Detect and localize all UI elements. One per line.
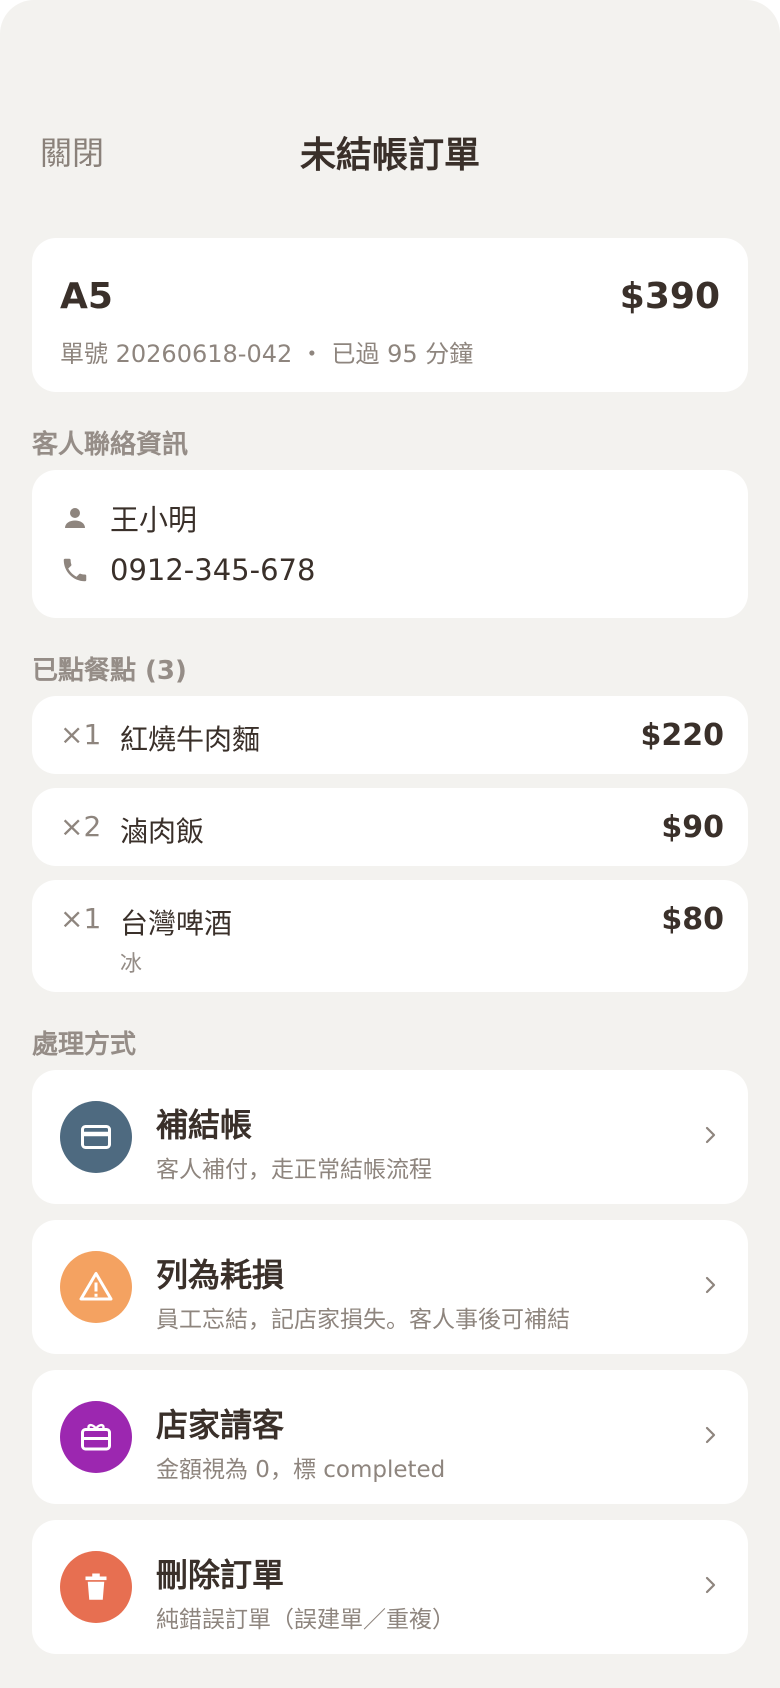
credit-card-icon [81, 1125, 111, 1149]
item-quantity: ×1 [60, 902, 102, 935]
order-item: ×1 台灣啤酒 $80 冰 [32, 880, 748, 992]
action-icon-circle [60, 1551, 132, 1623]
delete-order-button[interactable]: 刪除訂單 純錯誤訂單（誤建單／重複） [32, 1520, 748, 1654]
chevron-right-icon [705, 1576, 716, 1594]
action-title: 店家請客 [156, 1406, 285, 1444]
action-title: 列為耗損 [156, 1256, 285, 1294]
item-note: 冰 [120, 952, 143, 977]
actions-section-label: 處理方式 [32, 1030, 137, 1060]
item-price: $80 [661, 902, 724, 937]
item-quantity: ×2 [60, 810, 102, 843]
phone-icon [63, 558, 87, 582]
settle-payment-button[interactable]: 補結帳 客人補付，走正常結帳流程 [32, 1070, 748, 1204]
action-icon-circle [60, 1101, 132, 1173]
contact-phone-row: 0912-345-678 [60, 550, 315, 590]
order-item: ×1 紅燒牛肉麵 $220 [32, 696, 748, 774]
trash-icon [85, 1573, 107, 1600]
item-quantity: ×1 [60, 718, 102, 751]
sheet-header: 關閉 未結帳訂單 [0, 110, 780, 190]
action-title: 補結帳 [156, 1106, 253, 1144]
contact-name-row: 王小明 [60, 498, 197, 538]
order-summary-card: A5 $390 單號 20260618-042 ・ 已過 95 分鐘 [32, 238, 748, 392]
warning-icon [79, 1272, 113, 1301]
house-treat-button[interactable]: 店家請客 金額視為 0，標 completed [32, 1370, 748, 1504]
contact-name: 王小明 [110, 503, 198, 537]
chevron-right-icon [705, 1126, 716, 1144]
action-icon-circle [60, 1251, 132, 1323]
order-meta: 單號 20260618-042 ・ 已過 95 分鐘 [60, 340, 474, 368]
chevron-right-icon [705, 1426, 716, 1444]
contact-phone: 0912-345-678 [110, 553, 316, 587]
item-name: 紅燒牛肉麵 [120, 723, 261, 756]
item-name: 滷肉飯 [120, 815, 205, 848]
contact-card: 王小明 0912-345-678 [32, 470, 748, 618]
item-name: 台灣啤酒 [120, 907, 233, 940]
person-icon [65, 508, 85, 528]
contact-section-label: 客人聯絡資訊 [32, 430, 189, 460]
items-section-label: 已點餐點 (3) [32, 656, 187, 686]
item-price: $90 [661, 810, 724, 845]
mark-as-loss-button[interactable]: 列為耗損 員工忘結，記店家損失。客人事後可補結 [32, 1220, 748, 1354]
gift-card-icon [81, 1423, 111, 1451]
item-price: $220 [640, 718, 725, 753]
order-item: ×2 滷肉飯 $90 [32, 788, 748, 866]
table-number: A5 [60, 276, 113, 317]
bottom-sheet: 關閉 未結帳訂單 A5 $390 單號 20260618-042 ・ 已過 95… [0, 0, 780, 1688]
action-title: 刪除訂單 [156, 1556, 285, 1594]
order-total: $390 [619, 276, 720, 317]
page-title: 未結帳訂單 [299, 135, 480, 176]
action-description: 金額視為 0，標 completed [156, 1457, 446, 1483]
action-description: 員工忘結，記店家損失。客人事後可補結 [156, 1307, 570, 1333]
action-icon-circle [60, 1401, 132, 1473]
action-description: 客人補付，走正常結帳流程 [156, 1157, 432, 1183]
chevron-right-icon [705, 1276, 716, 1294]
action-description: 純錯誤訂單（誤建單／重複） [156, 1607, 455, 1633]
